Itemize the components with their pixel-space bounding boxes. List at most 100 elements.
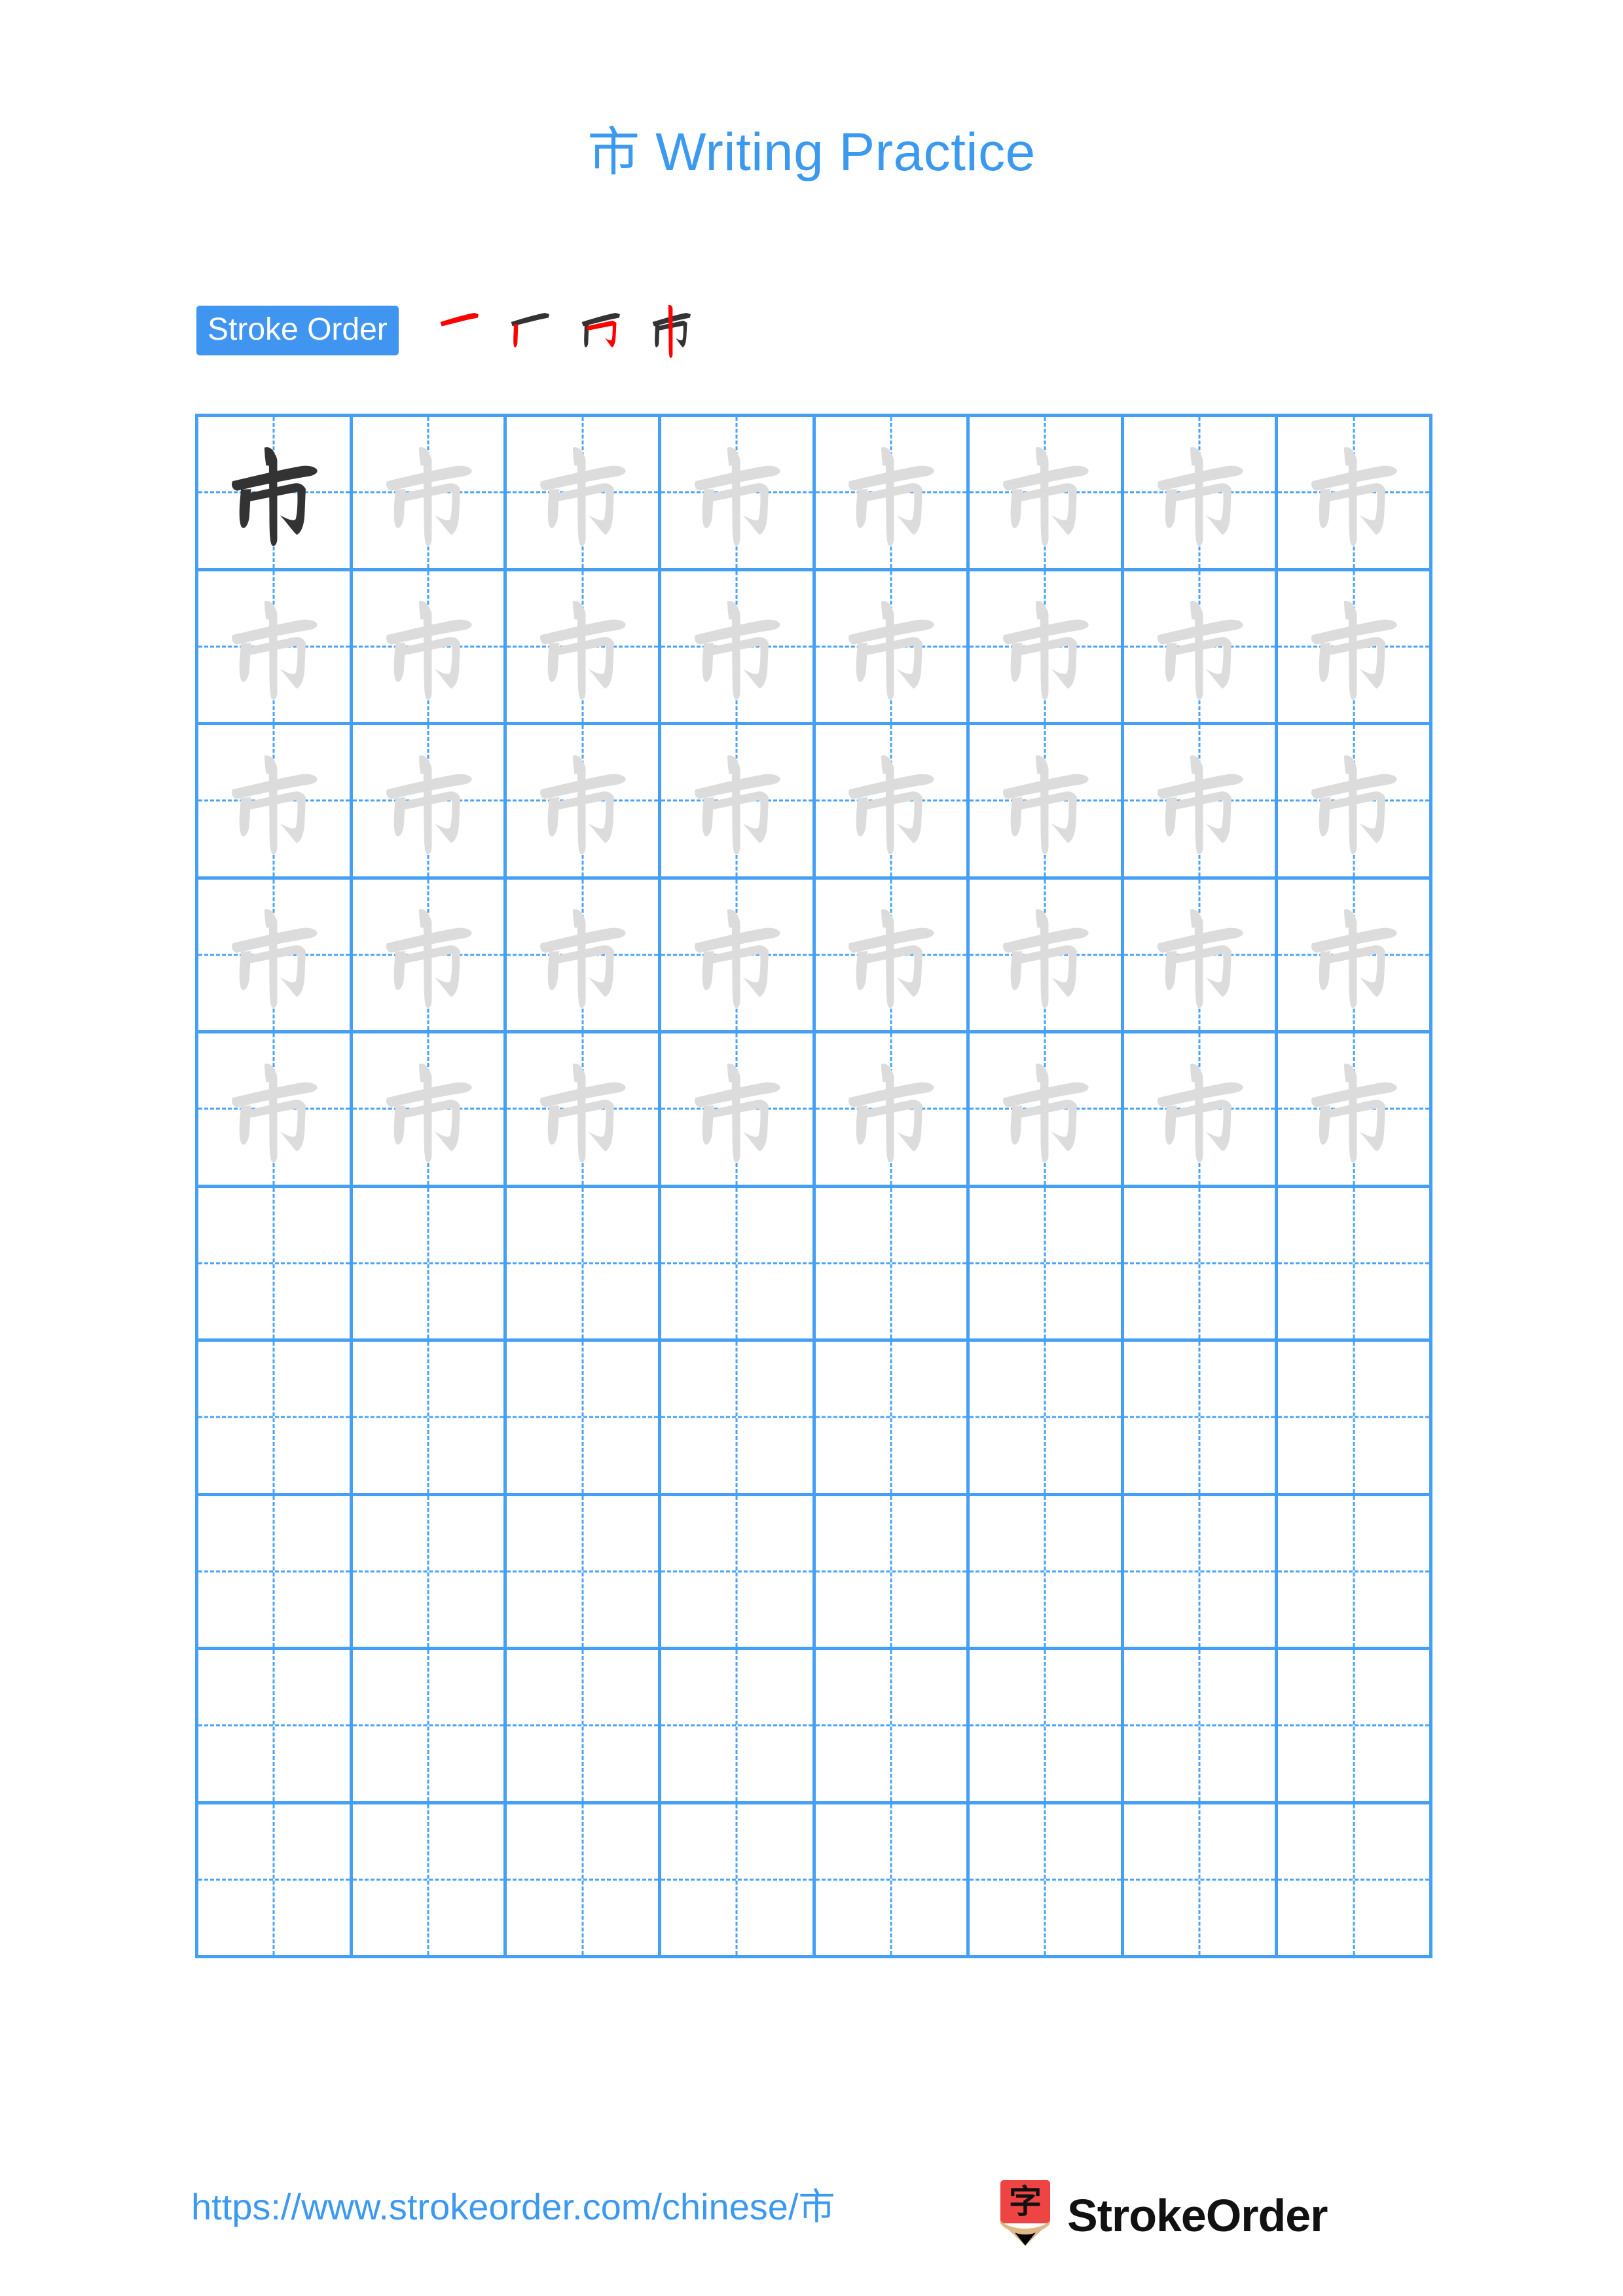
- grid-cell[interactable]: [352, 879, 507, 1033]
- grid-cell[interactable]: [198, 725, 353, 880]
- grid-cell[interactable]: [1278, 417, 1432, 571]
- grid-cell[interactable]: [970, 1342, 1124, 1496]
- brand-name: StrokeOrder: [1067, 2190, 1328, 2241]
- practice-character-glyph: [816, 417, 967, 568]
- grid-cell[interactable]: [1123, 1342, 1279, 1496]
- grid-cell[interactable]: [1278, 1496, 1432, 1650]
- grid-cell[interactable]: [661, 1033, 816, 1188]
- grid-cell[interactable]: [198, 1804, 353, 1958]
- grid-cell[interactable]: [661, 725, 816, 880]
- grid-cell[interactable]: [815, 1650, 970, 1804]
- grid-cell[interactable]: [661, 571, 816, 725]
- practice-character-glyph: [507, 417, 658, 568]
- source-url-link[interactable]: https://www.strokeorder.com/chinese/市: [191, 2185, 835, 2229]
- practice-character-glyph: [507, 571, 658, 723]
- grid-cell[interactable]: [661, 879, 816, 1033]
- grid-cell[interactable]: [970, 725, 1124, 880]
- grid-cell[interactable]: [1123, 1187, 1279, 1342]
- grid-cell[interactable]: [1123, 1804, 1279, 1958]
- grid-cell[interactable]: [1123, 571, 1279, 725]
- grid-cell[interactable]: [507, 1342, 661, 1496]
- practice-character-glyph: [970, 417, 1121, 568]
- grid-cell[interactable]: [1123, 1033, 1279, 1188]
- grid-cell[interactable]: [970, 1496, 1124, 1650]
- grid-cell[interactable]: [507, 1804, 661, 1958]
- grid-cell[interactable]: [1278, 725, 1432, 880]
- grid-cell[interactable]: [352, 1804, 507, 1958]
- practice-character-glyph: [353, 1033, 504, 1185]
- grid-cell[interactable]: [970, 879, 1124, 1033]
- grid-cell[interactable]: [661, 1187, 816, 1342]
- practice-character-glyph: [1124, 571, 1275, 723]
- grid-cell[interactable]: [198, 1187, 353, 1342]
- grid-cell[interactable]: [1123, 417, 1279, 571]
- grid-cell[interactable]: [970, 417, 1124, 571]
- grid-cell[interactable]: [198, 1650, 353, 1804]
- title-suffix: Writing Practice: [640, 122, 1036, 182]
- grid-cell[interactable]: [352, 1650, 507, 1804]
- grid-cell[interactable]: [352, 1187, 507, 1342]
- practice-character-glyph: [816, 571, 967, 723]
- grid-cell[interactable]: [661, 1804, 816, 1958]
- grid-cell[interactable]: [352, 1496, 507, 1650]
- grid-cell[interactable]: [815, 725, 970, 880]
- grid-cell[interactable]: [1123, 1496, 1279, 1650]
- grid-cell[interactable]: [198, 1033, 353, 1188]
- grid-cell[interactable]: [970, 571, 1124, 725]
- grid-cell[interactable]: [198, 1342, 353, 1496]
- grid-cell[interactable]: [198, 1496, 353, 1650]
- grid-cell[interactable]: [1123, 725, 1279, 880]
- grid-cell[interactable]: [815, 1033, 970, 1188]
- grid-cell[interactable]: [352, 725, 507, 880]
- practice-character-glyph: [198, 417, 350, 568]
- grid-cell[interactable]: [352, 1342, 507, 1496]
- grid-cell[interactable]: [661, 417, 816, 571]
- grid-cell[interactable]: [970, 1650, 1124, 1804]
- grid-cell[interactable]: [1278, 1342, 1432, 1496]
- grid-cell[interactable]: [815, 1342, 970, 1496]
- grid-cell[interactable]: [1278, 1187, 1432, 1342]
- grid-cell[interactable]: [507, 1496, 661, 1650]
- grid-cell[interactable]: [661, 1496, 816, 1650]
- grid-cell[interactable]: [352, 1033, 507, 1188]
- grid-cell[interactable]: [352, 571, 507, 725]
- grid-cell[interactable]: [970, 1187, 1124, 1342]
- grid-cell[interactable]: [352, 417, 507, 571]
- grid-cell[interactable]: [507, 1033, 661, 1188]
- practice-character-glyph: [661, 571, 812, 723]
- grid-cell[interactable]: [970, 1033, 1124, 1188]
- grid-cell[interactable]: [507, 417, 661, 571]
- grid-cell[interactable]: [507, 879, 661, 1033]
- practice-character-glyph: [198, 571, 350, 723]
- grid-cell[interactable]: [1123, 1650, 1279, 1804]
- grid-cell[interactable]: [198, 417, 353, 571]
- grid-cell[interactable]: [198, 571, 353, 725]
- grid-cell[interactable]: [198, 879, 353, 1033]
- grid-cell[interactable]: [815, 571, 970, 725]
- practice-character-glyph: [816, 880, 967, 1031]
- grid-cell[interactable]: [1278, 1650, 1432, 1804]
- grid-cell[interactable]: [815, 1804, 970, 1958]
- grid-cell[interactable]: [1278, 1033, 1432, 1188]
- grid-cell[interactable]: [815, 879, 970, 1033]
- grid-cell[interactable]: [1278, 879, 1432, 1033]
- grid-cell[interactable]: [507, 1187, 661, 1342]
- practice-character-glyph: [1278, 725, 1429, 876]
- grid-cell[interactable]: [507, 1650, 661, 1804]
- practice-character-glyph: [970, 571, 1121, 723]
- grid-cell[interactable]: [507, 725, 661, 880]
- grid-cell[interactable]: [507, 571, 661, 725]
- grid-cell[interactable]: [1123, 879, 1279, 1033]
- practice-character-glyph: [1124, 417, 1275, 568]
- grid-cell[interactable]: [661, 1650, 816, 1804]
- grid-cell[interactable]: [815, 1187, 970, 1342]
- grid-cell[interactable]: [815, 417, 970, 571]
- grid-cell[interactable]: [970, 1804, 1124, 1958]
- practice-character-glyph: [198, 725, 350, 876]
- grid-cell[interactable]: [815, 1496, 970, 1650]
- grid-cell[interactable]: [1278, 571, 1432, 725]
- practice-character-glyph: [353, 880, 504, 1031]
- practice-character-glyph: [970, 725, 1121, 876]
- grid-cell[interactable]: [661, 1342, 816, 1496]
- grid-cell[interactable]: [1278, 1804, 1432, 1958]
